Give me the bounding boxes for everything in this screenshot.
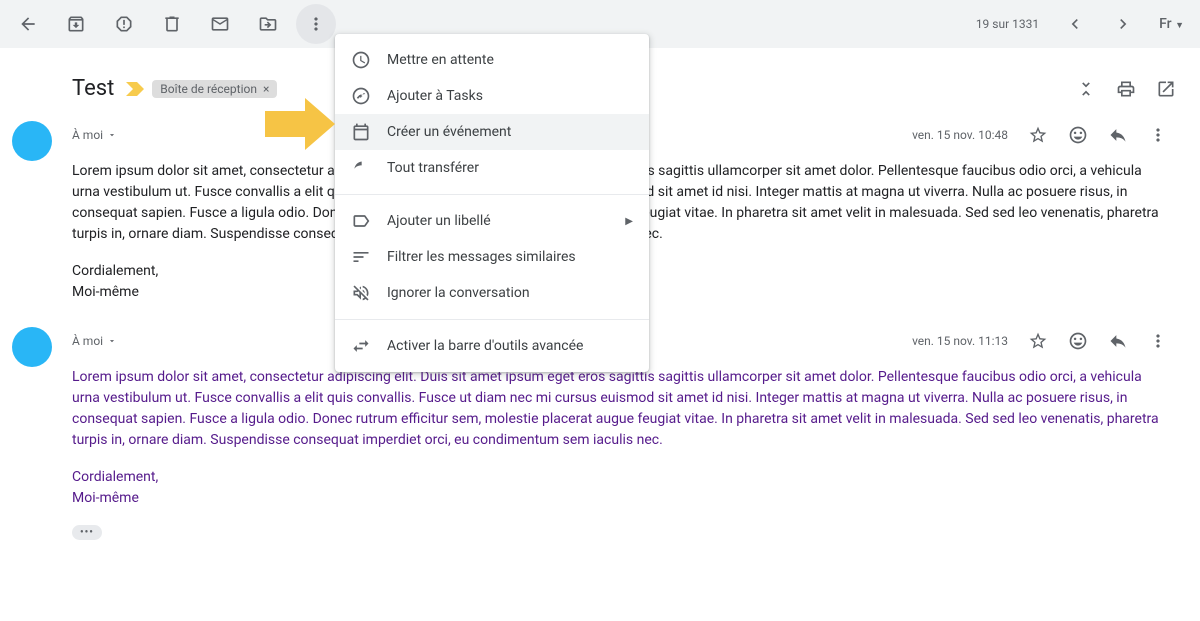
menu-snooze[interactable]: Mettre en attente <box>335 42 649 78</box>
more-button[interactable] <box>296 4 336 44</box>
recipient-dropdown[interactable]: À moi <box>72 128 117 142</box>
forward-icon <box>351 158 371 178</box>
prev-button[interactable] <box>1055 4 1095 44</box>
react-button[interactable] <box>1068 331 1088 351</box>
print-button[interactable] <box>1116 79 1136 99</box>
star-button[interactable] <box>1028 331 1048 351</box>
open-new-window-button[interactable] <box>1156 79 1176 99</box>
menu-divider <box>335 319 649 320</box>
unfold-less-icon <box>1076 79 1096 99</box>
calendar-icon <box>351 122 371 142</box>
message-meta: ven. 15 nov. 10:48 <box>912 125 1168 145</box>
swap-icon <box>351 336 371 356</box>
subject-title: Test <box>72 76 114 101</box>
menu-mute[interactable]: Ignorer la conversation <box>335 275 649 311</box>
open-in-new-icon <box>1156 79 1176 99</box>
menu-label: Ignorer la conversation <box>387 285 530 301</box>
menu-create-event[interactable]: Créer un événement <box>335 114 649 150</box>
menu-label: Activer la barre d'outils avancée <box>387 338 583 354</box>
input-language-button[interactable]: Fr ▼ <box>1151 16 1192 32</box>
remove-label-icon[interactable]: × <box>263 82 269 96</box>
message-body: Lorem ipsum dolor sit amet, consectetur … <box>72 367 1168 451</box>
label-text: Boîte de réception <box>160 82 257 96</box>
menu-label: Mettre en attente <box>387 52 494 68</box>
menu-filter-similar[interactable]: Filtrer les messages similaires <box>335 239 649 275</box>
more-actions-menu: Mettre en attente Ajouter à Tasks Créer … <box>335 34 649 372</box>
spam-button[interactable] <box>104 4 144 44</box>
show-trimmed-button[interactable]: ••• <box>72 525 102 540</box>
toolbar-nav-group <box>8 4 48 44</box>
inbox-label-chip[interactable]: Boîte de réception × <box>152 80 277 98</box>
menu-divider <box>335 194 649 195</box>
expand-more-icon <box>107 336 117 346</box>
star-button[interactable] <box>1028 125 1048 145</box>
react-button[interactable] <box>1068 125 1088 145</box>
mail-unread-icon <box>210 14 230 34</box>
more-vert-icon <box>306 14 326 34</box>
archive-button[interactable] <box>56 4 96 44</box>
menu-label: Créer un événement <box>387 124 511 140</box>
star-outline-icon <box>1028 125 1048 145</box>
label-icon <box>351 211 371 231</box>
avatar[interactable] <box>12 121 52 161</box>
avatar[interactable] <box>12 327 52 367</box>
reply-button[interactable] <box>1108 331 1128 351</box>
message-meta: ven. 15 nov. 11:13 <box>912 331 1168 351</box>
menu-activate-toolbar[interactable]: Activer la barre d'outils avancée <box>335 328 649 364</box>
archive-icon <box>66 14 86 34</box>
move-to-button[interactable] <box>248 4 288 44</box>
more-vert-icon <box>1148 331 1168 351</box>
trash-icon <box>162 14 182 34</box>
pagination-counter: 19 sur 1331 <box>976 17 1039 31</box>
chevron-right-icon <box>1113 14 1133 34</box>
reply-icon <box>1108 125 1128 145</box>
chevron-right-icon: ▶ <box>625 216 633 227</box>
reply-icon <box>1108 331 1128 351</box>
message-date: ven. 15 nov. 11:13 <box>912 334 1008 348</box>
toolbar-action-group-1 <box>56 4 192 44</box>
star-outline-icon <box>1028 331 1048 351</box>
collapse-all-button[interactable] <box>1076 79 1096 99</box>
importance-marker-icon[interactable] <box>126 82 144 96</box>
recipient-dropdown[interactable]: À moi <box>72 334 117 348</box>
mark-unread-button[interactable] <box>200 4 240 44</box>
chevron-left-icon <box>1065 14 1085 34</box>
move-folder-icon <box>258 14 278 34</box>
message-date: ven. 15 nov. 10:48 <box>912 128 1008 142</box>
menu-label: Ajouter un libellé <box>387 213 491 229</box>
message-more-button[interactable] <box>1148 331 1168 351</box>
menu-label: Ajouter à Tasks <box>387 88 483 104</box>
mute-icon <box>351 283 371 303</box>
report-spam-icon <box>114 14 134 34</box>
back-button[interactable] <box>8 4 48 44</box>
emoji-icon <box>1068 331 1088 351</box>
filter-icon <box>351 247 371 267</box>
delete-button[interactable] <box>152 4 192 44</box>
menu-add-label[interactable]: Ajouter un libellé ▶ <box>335 203 649 239</box>
menu-label: Tout transférer <box>387 160 479 176</box>
menu-label: Filtrer les messages similaires <box>387 249 576 265</box>
arrow-back-icon <box>18 14 38 34</box>
emoji-icon <box>1068 125 1088 145</box>
message-signature: Cordialement, Moi-même <box>72 467 1168 509</box>
task-add-icon <box>351 86 371 106</box>
menu-forward-all[interactable]: Tout transférer <box>335 150 649 186</box>
expand-more-icon <box>107 130 117 140</box>
print-icon <box>1116 79 1136 99</box>
reply-button[interactable] <box>1108 125 1128 145</box>
toolbar-action-group-2 <box>200 4 336 44</box>
message-more-button[interactable] <box>1148 125 1168 145</box>
next-button[interactable] <box>1103 4 1143 44</box>
more-vert-icon <box>1148 125 1168 145</box>
subject-actions <box>1076 79 1184 99</box>
language-label: Fr <box>1159 16 1171 32</box>
menu-add-to-tasks[interactable]: Ajouter à Tasks <box>335 78 649 114</box>
clock-icon <box>351 50 371 70</box>
